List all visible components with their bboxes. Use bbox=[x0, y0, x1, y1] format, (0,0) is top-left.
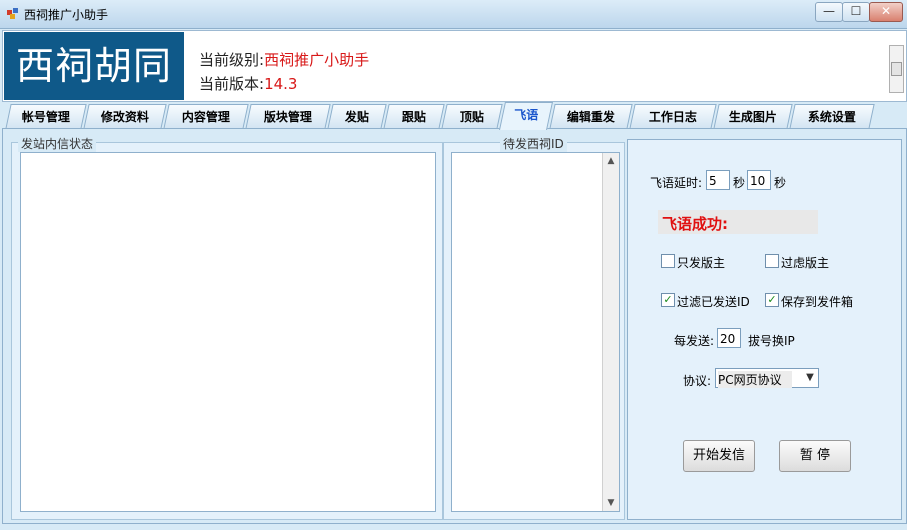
tab-label: 版块管理 bbox=[263, 110, 312, 124]
seconds-label: 秒 bbox=[733, 176, 746, 190]
tab-bar: 帐号管理 修改资料 内容管理 版块管理 发贴 跟贴 顶贴 飞语 编辑重发 工作日… bbox=[0, 102, 907, 130]
level-label: 当前级别: bbox=[199, 51, 265, 69]
current-level: 当前级别:西祠推广小助手 bbox=[199, 49, 369, 70]
tab-label: 修改资料 bbox=[100, 110, 149, 124]
tab-label: 帐号管理 bbox=[21, 110, 70, 124]
window-title: 西祠推广小助手 bbox=[24, 8, 109, 22]
tab-work-log[interactable]: 工作日志 bbox=[629, 104, 717, 129]
version-value: 14.3 bbox=[264, 75, 298, 93]
tab-label: 系统设置 bbox=[807, 110, 856, 124]
per-send-label: 每发送: bbox=[674, 334, 715, 348]
protocol-value: PC网页协议 bbox=[718, 371, 792, 388]
seconds-label: 秒 bbox=[774, 176, 787, 190]
minimize-button[interactable]: — bbox=[815, 2, 843, 22]
logo: 西祠胡同 bbox=[4, 32, 184, 100]
tab-account[interactable]: 帐号管理 bbox=[5, 104, 87, 129]
only-moderator-checkbox[interactable] bbox=[661, 254, 675, 268]
tab-reply[interactable]: 跟贴 bbox=[383, 104, 445, 129]
settings-panel: 飞语延时: 5 秒 10 秒 飞语成功: 只发版主 过虑版主 ✓ 过滤已发送ID… bbox=[627, 139, 902, 520]
filter-moderator-label: 过虑版主 bbox=[781, 256, 830, 270]
scroll-up-icon[interactable]: ▲ bbox=[606, 156, 616, 166]
pending-ids-list[interactable]: ▲ ▼ bbox=[451, 152, 620, 512]
tab-label: 飞语 bbox=[514, 108, 539, 122]
save-outbox-label: 保存到发件箱 bbox=[781, 295, 854, 309]
pause-button[interactable]: 暂 停 bbox=[779, 440, 851, 472]
status-text: 飞语成功: bbox=[662, 215, 728, 233]
protocol-select[interactable]: PC网页协议 ▼ bbox=[715, 368, 819, 388]
dial-ip-label: 拔号换IP bbox=[748, 334, 795, 348]
send-status-log[interactable] bbox=[20, 152, 436, 512]
only-moderator-label: 只发版主 bbox=[677, 256, 726, 270]
scroll-down-icon[interactable]: ▼ bbox=[606, 498, 616, 508]
filter-sent-id-checkbox[interactable]: ✓ bbox=[661, 293, 675, 307]
title-bar: 西祠推广小助手 — ☐ ✕ bbox=[0, 0, 907, 29]
tab-label: 内容管理 bbox=[181, 110, 230, 124]
pending-ids-title: 待发西祠ID bbox=[500, 135, 567, 152]
start-send-button[interactable]: 开始发信 bbox=[683, 440, 755, 472]
tab-content[interactable]: 内容管理 bbox=[163, 104, 249, 129]
delay-min-input[interactable]: 5 bbox=[706, 170, 730, 190]
app-icon bbox=[7, 8, 18, 19]
tab-label: 顶贴 bbox=[459, 110, 484, 124]
header-scrollbar[interactable] bbox=[889, 45, 904, 93]
tab-label: 工作日志 bbox=[648, 110, 697, 124]
tab-edit-repost[interactable]: 编辑重发 bbox=[549, 104, 633, 129]
tab-content-area: 发站内信状态 待发西祠ID ▲ ▼ 飞语延时: 5 秒 10 秒 飞语成功: 只… bbox=[2, 128, 907, 524]
tab-label: 跟贴 bbox=[401, 110, 426, 124]
tab-post[interactable]: 发贴 bbox=[327, 104, 387, 129]
send-status-title: 发站内信状态 bbox=[18, 135, 97, 152]
chevron-down-icon[interactable]: ▼ bbox=[803, 370, 817, 386]
maximize-button[interactable]: ☐ bbox=[842, 2, 870, 22]
current-version: 当前版本:14.3 bbox=[199, 73, 297, 94]
filter-moderator-checkbox[interactable] bbox=[765, 254, 779, 268]
delay-label: 飞语延时: bbox=[650, 176, 703, 190]
tab-label: 发贴 bbox=[344, 110, 369, 124]
tab-boards[interactable]: 版块管理 bbox=[245, 104, 331, 129]
tab-bump[interactable]: 顶贴 bbox=[441, 104, 503, 129]
tab-system-settings[interactable]: 系统设置 bbox=[789, 104, 875, 129]
header-banner: 西祠胡同 当前级别:西祠推广小助手 当前版本:14.3 bbox=[2, 30, 907, 102]
filter-sent-id-label: 过滤已发送ID bbox=[677, 295, 750, 309]
pending-ids-panel: 待发西祠ID ▲ ▼ bbox=[443, 135, 625, 520]
delay-max-input[interactable]: 10 bbox=[747, 170, 771, 190]
level-value: 西祠推广小助手 bbox=[264, 51, 370, 69]
close-button[interactable]: ✕ bbox=[869, 2, 903, 22]
status-box: 飞语成功: bbox=[658, 210, 818, 234]
save-outbox-checkbox[interactable]: ✓ bbox=[765, 293, 779, 307]
tab-label: 生成图片 bbox=[728, 110, 777, 124]
per-send-input[interactable]: 20 bbox=[717, 328, 741, 348]
list-scrollbar[interactable]: ▲ ▼ bbox=[602, 153, 619, 511]
scroll-thumb[interactable] bbox=[891, 62, 902, 76]
send-status-panel: 发站内信状态 bbox=[11, 135, 443, 520]
tab-edit-profile[interactable]: 修改资料 bbox=[83, 104, 167, 129]
tab-generate-image[interactable]: 生成图片 bbox=[713, 104, 793, 129]
tab-label: 编辑重发 bbox=[566, 110, 615, 124]
tab-feiyu[interactable]: 飞语 bbox=[499, 102, 553, 130]
protocol-label: 协议: bbox=[683, 374, 712, 388]
version-label: 当前版本: bbox=[199, 75, 265, 93]
